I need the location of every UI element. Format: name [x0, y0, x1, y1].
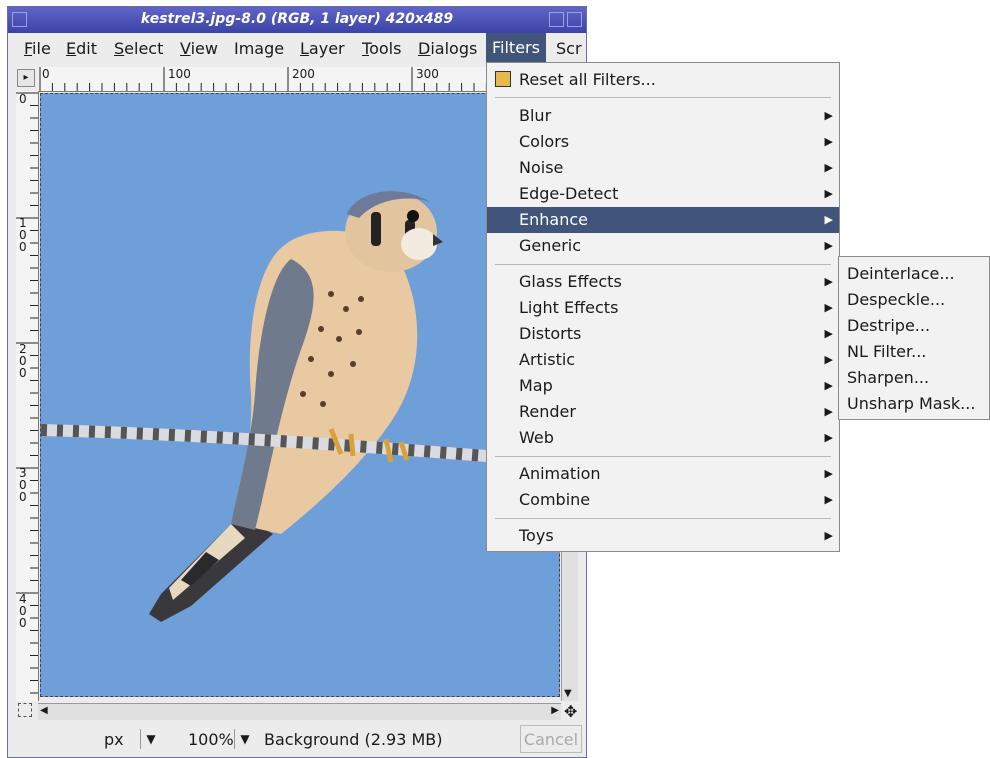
unit-dropdown-icon[interactable]: ▼ — [140, 729, 161, 749]
kestrel-photo — [41, 191, 559, 622]
menu-item-toys[interactable]: Toys ▶ — [487, 523, 839, 549]
menu-item-despeckle[interactable]: Despeckle... — [839, 287, 989, 313]
scroll-left-icon[interactable]: ◀ — [40, 705, 48, 716]
ruler-label: 1 0 0 — [19, 216, 27, 254]
submenu-arrow-icon: ▶ — [824, 301, 833, 314]
ruler-label: 300 — [416, 67, 439, 81]
menu-item-edge-detect[interactable]: Edge-Detect ▶ — [487, 181, 839, 207]
image-canvas[interactable] — [40, 93, 560, 697]
title-bar[interactable]: kestrel3.jpg-8.0 (RGB, 1 layer) 420x489 — [8, 7, 586, 33]
menu-item-web[interactable]: Web ▶ — [487, 425, 839, 451]
vertical-ruler[interactable]: 0 1 0 0 2 0 0 3 0 0 4 0 0 — [16, 91, 39, 701]
submenu-arrow-icon: ▶ — [824, 161, 833, 174]
submenu-arrow-icon: ▶ — [824, 431, 833, 444]
close-icon[interactable] — [567, 12, 582, 27]
menu-dialogs[interactable]: Dialogs — [418, 39, 477, 59]
horizontal-ruler[interactable]: 0 100 200 300 — [38, 67, 558, 92]
menu-tools[interactable]: Tools — [362, 39, 401, 59]
menu-item-map[interactable]: Map ▶ — [487, 373, 839, 399]
menu-item-artistic[interactable]: Artistic ▶ — [487, 347, 839, 373]
ruler-label: 2 0 0 — [19, 342, 27, 380]
submenu-arrow-icon: ▶ — [824, 135, 833, 148]
maximize-icon[interactable] — [549, 12, 564, 27]
submenu-arrow-icon: ▶ — [824, 405, 833, 418]
menu-item-destripe[interactable]: Destripe... — [839, 313, 989, 339]
menu-item-sharpen[interactable]: Sharpen... — [839, 365, 989, 391]
submenu-arrow-icon: ▶ — [824, 353, 833, 366]
menu-item-blur[interactable]: Blur ▶ — [487, 103, 839, 129]
ruler-label: 0 — [19, 92, 27, 106]
menu-item-combine[interactable]: Combine ▶ — [487, 487, 839, 513]
submenu-arrow-icon: ▶ — [824, 275, 833, 288]
submenu-arrow-icon: ▶ — [824, 467, 833, 480]
zoom-to-fit-icon[interactable] — [18, 703, 32, 717]
menu-item-generic[interactable]: Generic ▶ — [487, 233, 839, 259]
menu-separator — [495, 518, 831, 519]
ruler-label: 200 — [292, 67, 315, 81]
menu-select[interactable]: Select — [114, 39, 163, 59]
submenu-arrow-icon: ▶ — [824, 213, 833, 226]
menu-bar: File Edit Select View Image Layer Tools … — [8, 33, 586, 63]
menu-item-distorts[interactable]: Distorts ▶ — [487, 321, 839, 347]
menu-layer[interactable]: Layer — [300, 39, 345, 59]
menu-item-reset-filters[interactable]: Reset all Filters... — [487, 67, 839, 93]
menu-item-render[interactable]: Render ▶ — [487, 399, 839, 425]
enhance-submenu: Deinterlace... Despeckle... Destripe... … — [838, 256, 990, 420]
menu-edit[interactable]: Edit — [66, 39, 97, 59]
horizontal-scrollbar[interactable]: ◀ ▶ — [38, 703, 561, 720]
submenu-arrow-icon: ▶ — [824, 327, 833, 340]
status-bar: px ▼ 100% ▼ Background (2.93 MB) Cancel — [8, 721, 586, 757]
status-text: Background (2.93 MB) — [264, 730, 443, 749]
menu-item-animation[interactable]: Animation ▶ — [487, 461, 839, 487]
submenu-arrow-icon: ▶ — [824, 379, 833, 392]
window-title: kestrel3.jpg-8.0 (RGB, 1 layer) 420x489 — [140, 11, 454, 27]
ruler-label: 0 — [42, 67, 50, 81]
menu-item-deinterlace[interactable]: Deinterlace... — [839, 261, 989, 287]
submenu-arrow-icon: ▶ — [824, 239, 833, 252]
menu-filters[interactable]: Filters — [486, 33, 546, 63]
menu-item-colors[interactable]: Colors ▶ — [487, 129, 839, 155]
menu-item-unsharp-mask[interactable]: Unsharp Mask... — [839, 391, 989, 417]
menu-item-enhance[interactable]: Enhance ▶ — [487, 207, 839, 233]
menu-item-light-effects[interactable]: Light Effects ▶ — [487, 295, 839, 321]
unit-select[interactable]: px — [104, 730, 124, 749]
menu-separator — [495, 264, 831, 265]
menu-item-nl-filter[interactable]: NL Filter... — [839, 339, 989, 365]
submenu-arrow-icon: ▶ — [824, 187, 833, 200]
menu-item-glass-effects[interactable]: Glass Effects ▶ — [487, 269, 839, 295]
ruler-label: 4 0 0 — [19, 592, 27, 630]
navigate-icon[interactable]: ✥ — [564, 702, 577, 721]
zoom-select[interactable]: 100% — [188, 730, 234, 749]
submenu-arrow-icon: ▶ — [824, 493, 833, 506]
menu-file[interactable]: File — [24, 39, 51, 59]
menu-separator — [495, 456, 831, 457]
reset-icon — [495, 71, 511, 87]
cancel-button[interactable]: Cancel — [520, 725, 582, 753]
scroll-down-icon[interactable]: ▼ — [564, 688, 572, 699]
scroll-right-icon[interactable]: ▶ — [551, 705, 559, 716]
submenu-arrow-icon: ▶ — [824, 109, 833, 122]
ruler-label: 3 0 0 — [19, 466, 27, 504]
menu-view[interactable]: View — [180, 39, 218, 59]
filters-menu: Reset all Filters... Blur ▶ Colors ▶ Noise… — [486, 62, 840, 552]
menu-script-fu[interactable]: Scr — [556, 39, 582, 59]
menu-image[interactable]: Image — [234, 39, 284, 59]
submenu-arrow-icon: ▶ — [824, 529, 833, 542]
ruler-label: 100 — [168, 67, 191, 81]
quick-mask-menu-icon[interactable]: ▸ — [17, 69, 35, 87]
zoom-dropdown-icon[interactable]: ▼ — [234, 729, 255, 749]
menu-item-noise[interactable]: Noise ▶ — [487, 155, 839, 181]
menu-separator — [495, 97, 831, 98]
